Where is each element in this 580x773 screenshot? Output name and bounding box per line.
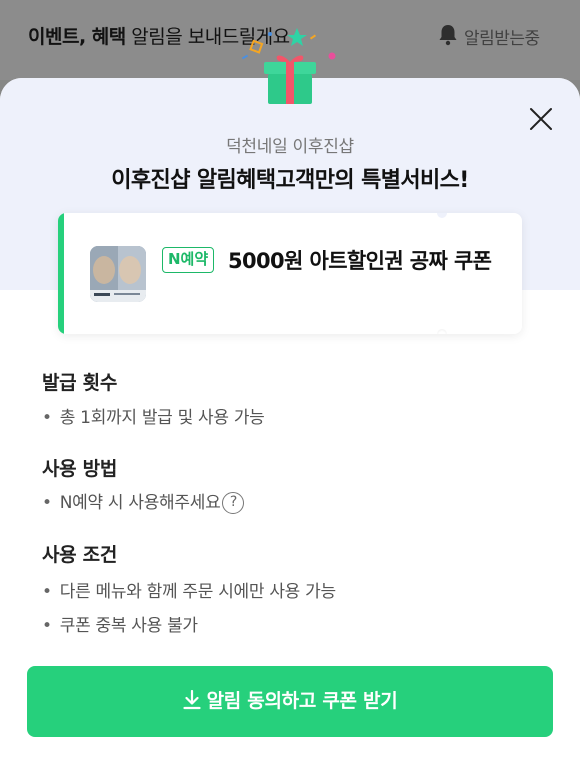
- section-heading-issue-count: 발급 횟수: [42, 372, 118, 394]
- section-heading-usage-conditions: 사용 조건: [42, 544, 118, 566]
- cta-label: 알림 동의하고 쿠폰 받기: [206, 690, 398, 712]
- coupon-notch-bottom: [437, 329, 447, 334]
- section-item-usage-conditions-1: 다른 메뉴와 함께 주문 시에만 사용 가능: [42, 577, 336, 602]
- coupon-thumbnail: [90, 246, 146, 302]
- sheet-title: 이후진샵 알림혜택고객만의 특별서비스!: [111, 168, 469, 193]
- section-item-issue-count: 총 1회까지 발급 및 사용 가능: [42, 403, 265, 428]
- download-icon: [183, 690, 201, 710]
- store-name: 덕천네일 이후진샵: [226, 137, 354, 157]
- coupon-card: 5000원 아트할인권 공짜 쿠폰 N예약: [58, 213, 522, 334]
- section-item-usage-method: N예약 시 사용해주세요?: [42, 488, 245, 514]
- coupon-accent-bar: [58, 213, 64, 334]
- agree-and-get-coupon-button[interactable]: 알림 동의하고 쿠폰 받기: [27, 666, 553, 737]
- n-reservation-badge: N예약: [162, 247, 215, 273]
- section-item-usage-conditions-2: 쿠폰 중복 사용 불가: [42, 611, 198, 636]
- section-heading-usage-method: 사용 방법: [42, 458, 118, 480]
- coupon-notch-top: [437, 213, 447, 218]
- cta-content: 알림 동의하고 쿠폰 받기: [27, 666, 553, 737]
- coupon-bottom-sheet: 덕천네일 이후진샵 이후진샵 알림혜택고객만의 특별서비스! 5000원 아트할…: [0, 78, 580, 773]
- close-icon[interactable]: [526, 104, 556, 134]
- help-icon[interactable]: ?: [222, 492, 245, 514]
- gift-icon: [264, 55, 316, 104]
